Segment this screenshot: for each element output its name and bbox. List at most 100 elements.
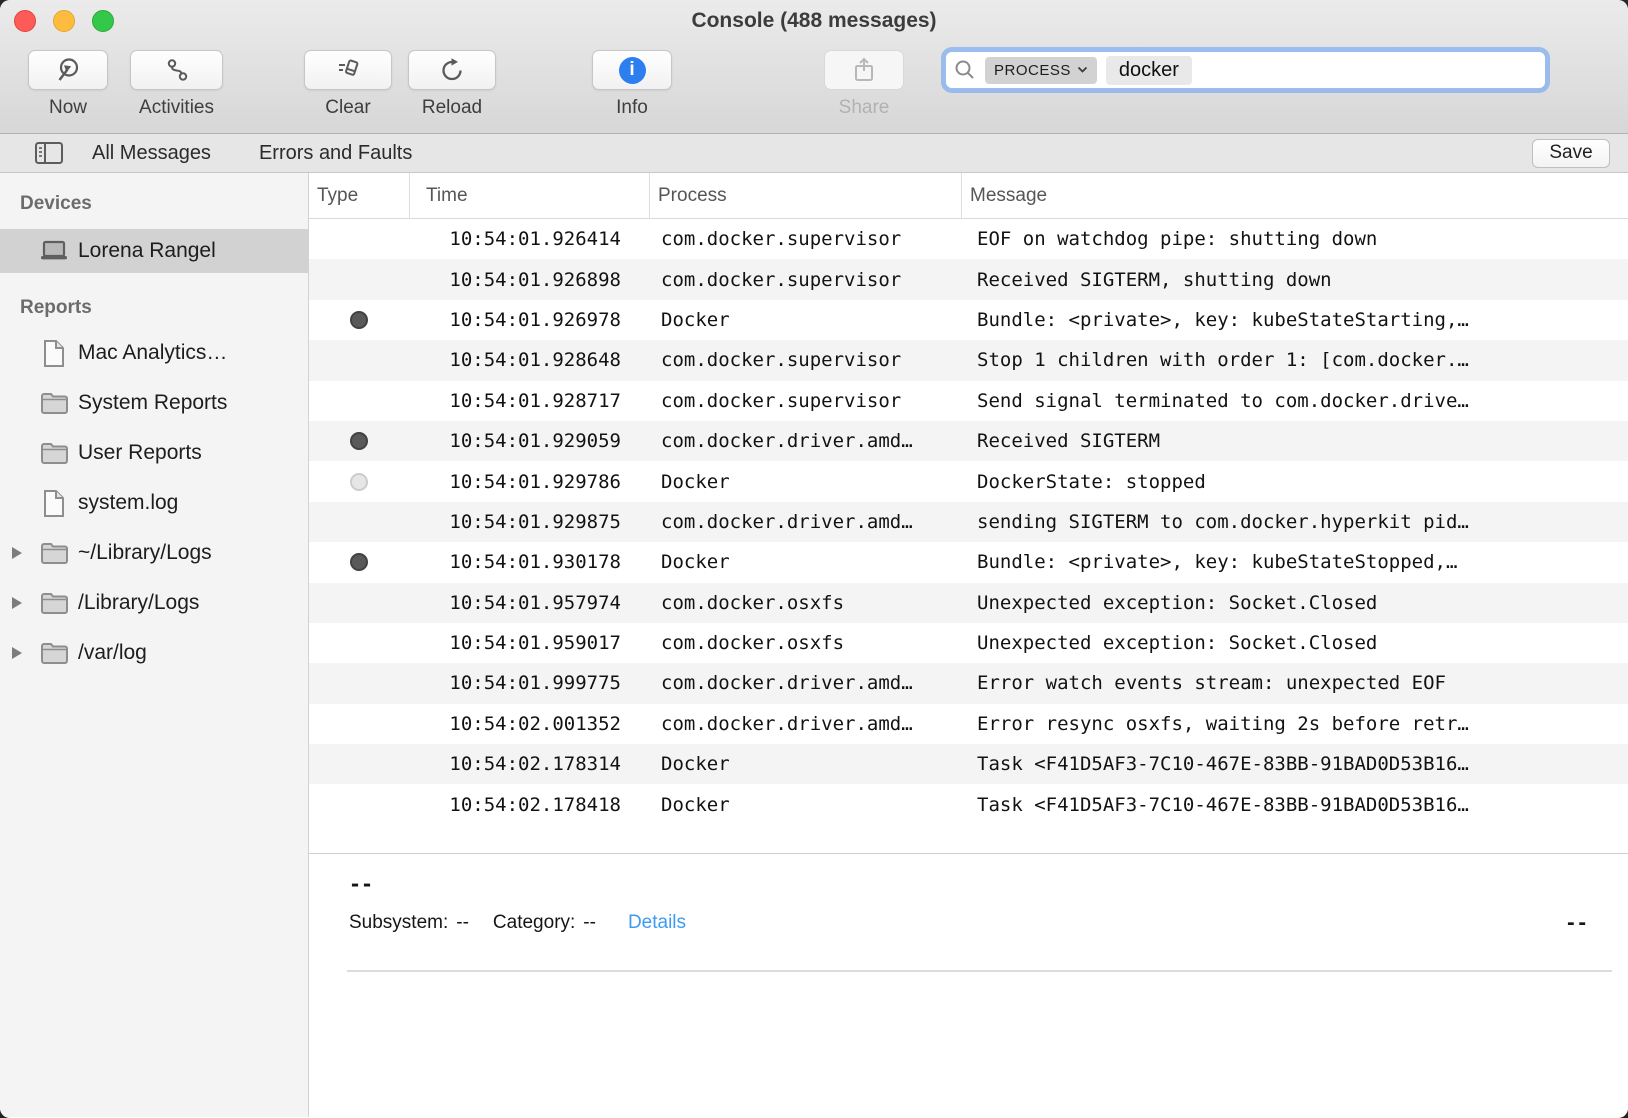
sidebar-toggle-icon[interactable] [34, 141, 64, 165]
now-button[interactable] [28, 50, 108, 90]
share-label: Share [824, 97, 904, 119]
log-row[interactable]: 10:54:01.929875 com.docker.driver.amd… s… [309, 502, 1628, 542]
log-row[interactable]: 10:54:02.001352 com.docker.driver.amd… E… [309, 704, 1628, 744]
info-button[interactable]: i [592, 50, 672, 90]
disclosure-triangle-icon[interactable] [12, 547, 34, 559]
log-row[interactable]: 10:54:01.929059 com.docker.driver.amd… R… [309, 421, 1628, 461]
save-button[interactable]: Save [1532, 139, 1610, 168]
document-icon [34, 339, 74, 368]
log-message-cell: Received SIGTERM, shutting down [961, 269, 1628, 291]
chevron-down-icon [1077, 66, 1088, 74]
log-row[interactable]: 10:54:01.930178 Docker Bundle: <private>… [309, 542, 1628, 582]
column-header-message[interactable]: Message [961, 173, 1628, 218]
category-label: Category: [493, 912, 575, 934]
tab-all-messages[interactable]: All Messages [92, 142, 211, 165]
log-type-cell [309, 473, 409, 491]
disclosure-triangle-icon[interactable] [12, 597, 34, 609]
search-field[interactable]: PROCESS docker [945, 51, 1546, 89]
log-row[interactable]: 10:54:01.928648 com.docker.supervisor St… [309, 340, 1628, 380]
sidebar-section: Devices Lorena Rangel [0, 191, 308, 273]
log-message-cell: Error resync osxfs, waiting 2s before re… [961, 713, 1628, 735]
search-input[interactable]: docker [1106, 56, 1192, 85]
table-header: Type Time Process Message [309, 173, 1628, 219]
sidebar-item-library-logs[interactable]: ~/Library/Logs [0, 528, 308, 578]
filter-token-label: PROCESS [994, 62, 1071, 79]
laptop-icon [34, 239, 74, 263]
log-time-cell: 10:54:01.957974 [409, 592, 649, 614]
log-time-cell: 10:54:01.929059 [409, 430, 649, 452]
log-message-cell: Bundle: <private>, key: kubeStateStopped… [961, 551, 1628, 573]
sidebar-item-lorena-rangel[interactable]: Lorena Rangel [0, 229, 308, 273]
tab-errors-and-faults[interactable]: Errors and Faults [259, 142, 412, 165]
log-message-cell: Task <F41D5AF3-7C10-467E-83BB-91BAD0D53B… [961, 794, 1628, 816]
log-process-cell: com.docker.supervisor [649, 269, 961, 291]
detail-right-value: -- [1565, 912, 1588, 934]
share-button[interactable] [824, 50, 904, 90]
document-icon [34, 489, 74, 518]
log-message-cell: Unexpected exception: Socket.Closed [961, 632, 1628, 654]
log-time-cell: 10:54:02.001352 [409, 713, 649, 735]
sidebar-item-library-logs[interactable]: /Library/Logs [0, 578, 308, 628]
log-row[interactable]: 10:54:02.178418 Docker Task <F41D5AF3-7C… [309, 784, 1628, 824]
sidebar-item-mac-analytics[interactable]: Mac Analytics… [0, 328, 308, 378]
log-message-cell: Error watch events stream: unexpected EO… [961, 672, 1628, 694]
category-value: -- [583, 912, 596, 934]
reload-button[interactable] [408, 50, 496, 90]
activities-label: Activities [130, 97, 223, 119]
sidebar: Devices Lorena Rangel Reports Mac Analyt… [0, 173, 309, 1117]
detail-meta-row: Subsystem: -- Category: -- Details -- [349, 912, 1588, 934]
sidebar-item-label: ~/Library/Logs [78, 541, 212, 565]
log-time-cell: 10:54:01.929786 [409, 471, 649, 493]
log-row[interactable]: 10:54:01.926978 Docker Bundle: <private>… [309, 300, 1628, 340]
log-time-cell: 10:54:01.928648 [409, 349, 649, 371]
clear-button[interactable] [304, 50, 392, 90]
search-filter-token[interactable]: PROCESS [985, 57, 1097, 84]
console-window: Console (488 messages) Now Activities [0, 0, 1628, 1118]
activities-icon [164, 57, 190, 83]
log-process-cell: com.docker.driver.amd… [649, 713, 961, 735]
log-row[interactable]: 10:54:01.929786 Docker DockerState: stop… [309, 461, 1628, 501]
reload-icon [439, 57, 465, 83]
log-time-cell: 10:54:01.929875 [409, 511, 649, 533]
sidebar-item-label: Lorena Rangel [78, 239, 216, 263]
jump-to-now-icon [55, 57, 81, 83]
sidebar-section: Reports Mac Analytics… System Reports Us… [0, 295, 308, 678]
folder-icon [34, 441, 74, 465]
log-message-cell: Stop 1 children with order 1: [com.docke… [961, 349, 1628, 371]
disclosure-triangle-icon[interactable] [12, 647, 34, 659]
sidebar-item-system-log[interactable]: system.log [0, 478, 308, 528]
log-row[interactable]: 10:54:01.999775 com.docker.driver.amd… E… [309, 663, 1628, 703]
sidebar-sections: Devices Lorena Rangel Reports Mac Analyt… [0, 191, 308, 678]
log-process-cell: com.docker.supervisor [649, 390, 961, 412]
log-table-pane: Type Time Process Message 10:54:01.92641… [309, 173, 1628, 1117]
log-row[interactable]: 10:54:01.926898 com.docker.supervisor Re… [309, 259, 1628, 299]
log-message-cell: Task <F41D5AF3-7C10-467E-83BB-91BAD0D53B… [961, 753, 1628, 775]
detail-divider [347, 970, 1612, 972]
sidebar-section-title-reports: Reports [0, 295, 308, 321]
log-message-cell: sending SIGTERM to com.docker.hyperkit p… [961, 511, 1628, 533]
log-row[interactable]: 10:54:01.957974 com.docker.osxfs Unexpec… [309, 583, 1628, 623]
filter-bar: All Messages Errors and Faults Save [0, 134, 1628, 173]
log-process-cell: com.docker.osxfs [649, 592, 961, 614]
folder-icon [34, 641, 74, 665]
log-process-cell: Docker [649, 309, 961, 331]
log-row[interactable]: 10:54:02.178314 Docker Task <F41D5AF3-7C… [309, 744, 1628, 784]
sidebar-item-var-log[interactable]: /var/log [0, 628, 308, 678]
sidebar-item-user-reports[interactable]: User Reports [0, 428, 308, 478]
sidebar-item-system-reports[interactable]: System Reports [0, 378, 308, 428]
column-header-process[interactable]: Process [649, 173, 961, 218]
log-message-cell: DockerState: stopped [961, 471, 1628, 493]
details-link[interactable]: Details [628, 912, 686, 934]
log-row[interactable]: 10:54:01.928717 com.docker.supervisor Se… [309, 381, 1628, 421]
log-process-cell: Docker [649, 794, 961, 816]
log-row[interactable]: 10:54:01.926414 com.docker.supervisor EO… [309, 219, 1628, 259]
column-header-type[interactable]: Type [309, 173, 409, 218]
log-row[interactable]: 10:54:01.959017 com.docker.osxfs Unexpec… [309, 623, 1628, 663]
log-level-dot-icon [350, 553, 368, 571]
column-header-time[interactable]: Time [409, 173, 649, 218]
log-process-cell: com.docker.driver.amd… [649, 430, 961, 452]
activities-button[interactable] [130, 50, 223, 90]
search-icon [954, 59, 976, 81]
subsystem-value: -- [456, 912, 469, 934]
sidebar-item-label: User Reports [78, 441, 202, 465]
